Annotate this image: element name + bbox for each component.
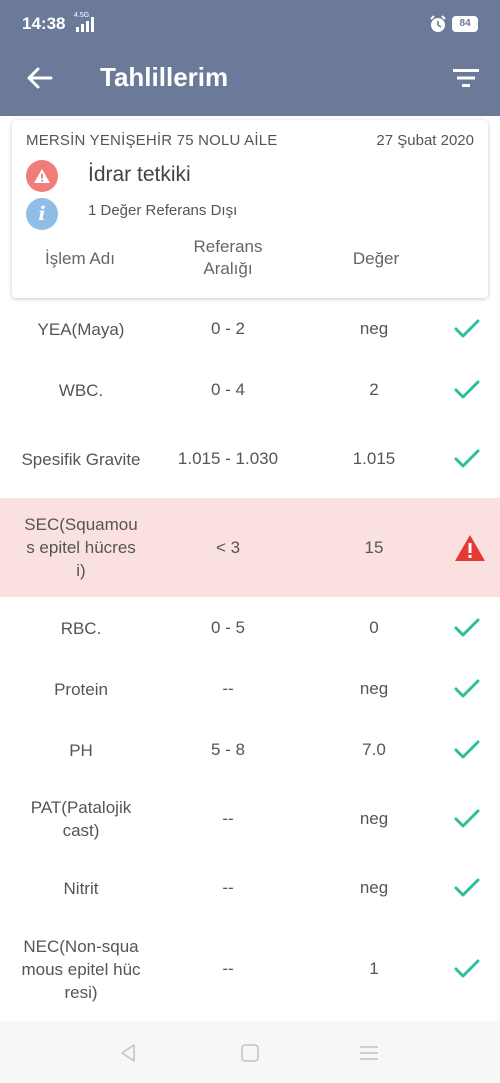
row-value: neg bbox=[359, 809, 389, 828]
check-icon bbox=[454, 740, 480, 759]
column-header-reference: Referans Aralığı bbox=[168, 236, 288, 280]
row-reference: 1.015 - 1.030 bbox=[177, 449, 279, 468]
system-navigation-bar bbox=[0, 1021, 500, 1083]
result-row-rbc[interactable]: RBC. 0 - 5 0 bbox=[0, 597, 500, 659]
row-reference: < 3 bbox=[215, 537, 241, 557]
row-reference: -- bbox=[222, 959, 234, 978]
result-row-spesifik-gravite[interactable]: Spesifik Gravite 1.015 - 1.030 1.015 bbox=[0, 420, 500, 498]
column-header-value: Değer bbox=[352, 249, 400, 268]
column-header-reference-line1: Referans bbox=[193, 237, 263, 256]
row-value: neg bbox=[359, 878, 389, 897]
result-row-nitrit[interactable]: Nitrit -- neg bbox=[0, 857, 500, 919]
check-icon bbox=[454, 618, 480, 637]
row-name: RBC. bbox=[60, 618, 102, 638]
row-name: PAT(Patalojik cast) bbox=[30, 798, 132, 840]
filter-icon bbox=[453, 69, 479, 87]
row-reference: 0 - 5 bbox=[210, 618, 246, 637]
row-reference: 0 - 2 bbox=[210, 319, 246, 338]
row-name: Spesifik Gravite bbox=[21, 449, 141, 469]
row-value: 15 bbox=[364, 537, 384, 557]
results-list: YEA(Maya) 0 - 2 neg WBC. 0 - 4 2 Spesifi… bbox=[0, 298, 500, 1019]
warning-icon bbox=[34, 169, 50, 183]
nav-back-icon[interactable] bbox=[116, 1041, 140, 1065]
test-summary-card: MERSİN YENİŞEHİR 75 NOLU AİLE 27 Şubat 2… bbox=[12, 120, 488, 298]
column-header-name: İşlem Adı bbox=[45, 249, 115, 268]
check-icon bbox=[454, 878, 480, 897]
signal-icon bbox=[76, 17, 94, 32]
row-reference: 5 - 8 bbox=[210, 740, 246, 759]
row-value: 1 bbox=[369, 959, 379, 978]
row-value: 1.015 bbox=[352, 449, 396, 468]
info-icon: i bbox=[38, 203, 46, 225]
reference-summary: 1 Değer Referans Dışı bbox=[88, 202, 238, 219]
arrow-left-icon bbox=[27, 67, 53, 89]
filter-button[interactable] bbox=[446, 60, 486, 96]
clinic-name: MERSİN YENİŞEHİR 75 NOLU AİLE bbox=[26, 132, 278, 149]
result-row-nec[interactable]: NEC(Non-squamous epitel hücresi) -- 1 bbox=[0, 919, 500, 1019]
info-badge: i bbox=[26, 198, 58, 230]
row-value: 0 bbox=[369, 618, 379, 637]
result-row-wbc[interactable]: WBC. 0 - 4 2 bbox=[0, 360, 500, 420]
warning-badge bbox=[26, 160, 58, 192]
check-icon bbox=[454, 959, 480, 978]
row-name: SEC(Squamous epitel hücresi) bbox=[24, 515, 138, 580]
row-name: PH bbox=[69, 740, 93, 760]
check-icon bbox=[454, 809, 480, 828]
row-name: YEA(Maya) bbox=[37, 319, 125, 339]
app-bar: Tahlillerim bbox=[0, 40, 500, 116]
row-value: neg bbox=[359, 319, 389, 338]
row-name: Nitrit bbox=[63, 878, 99, 898]
nav-home-icon[interactable] bbox=[240, 1043, 260, 1063]
battery-icon: 84 bbox=[452, 16, 478, 32]
alarm-icon bbox=[430, 15, 446, 32]
row-value: 2 bbox=[369, 380, 379, 399]
status-time: 14:38 bbox=[22, 14, 66, 33]
test-name: İdrar tetkiki bbox=[88, 163, 191, 186]
row-name: NEC(Non-squamous epitel hücresi) bbox=[21, 936, 141, 1002]
result-row-protein[interactable]: Protein -- neg bbox=[0, 659, 500, 719]
result-row-pat[interactable]: PAT(Patalojik cast) -- neg bbox=[0, 781, 500, 857]
back-button[interactable] bbox=[20, 60, 60, 96]
result-row-yea[interactable]: YEA(Maya) 0 - 2 neg bbox=[0, 298, 500, 360]
test-date: 27 Şubat 2020 bbox=[376, 132, 474, 149]
row-name: Protein bbox=[54, 679, 108, 699]
nav-recents-icon[interactable] bbox=[358, 1043, 380, 1063]
row-reference: 0 - 4 bbox=[210, 380, 246, 399]
page-title: Tahlillerim bbox=[100, 62, 229, 92]
check-icon bbox=[454, 319, 480, 338]
row-reference: -- bbox=[222, 809, 234, 828]
check-icon bbox=[454, 380, 480, 399]
check-icon bbox=[454, 449, 480, 468]
check-icon bbox=[454, 679, 480, 698]
status-bar: 14:38 4.5G 84 bbox=[0, 0, 500, 40]
result-row-sec[interactable]: SEC(Squamous epitel hücresi) < 3 15 bbox=[0, 498, 500, 597]
warning-icon bbox=[455, 534, 485, 561]
row-name: WBC. bbox=[58, 380, 104, 400]
row-value: 7.0 bbox=[362, 740, 386, 759]
result-row-ph[interactable]: PH 5 - 8 7.0 bbox=[0, 719, 500, 781]
row-reference: -- bbox=[222, 679, 234, 698]
row-value: neg bbox=[359, 679, 389, 698]
column-header-reference-line2: Aralığı bbox=[203, 259, 253, 278]
row-reference: -- bbox=[222, 878, 234, 897]
